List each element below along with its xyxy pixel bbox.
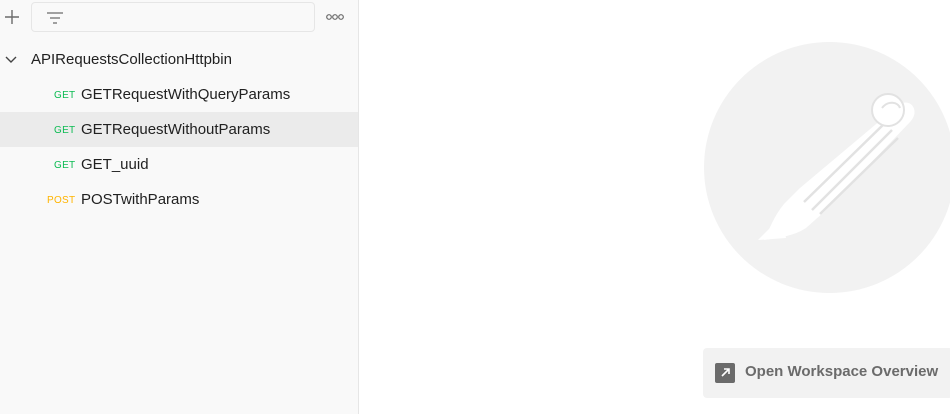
app-window: APIRequestsCollectionHttpbin GET GETRequ… [0, 0, 950, 414]
request-row-selected[interactable]: GET GETRequestWithoutParams [0, 112, 358, 147]
filter-input[interactable] [72, 6, 308, 28]
add-collection-button[interactable] [1, 6, 23, 28]
chevron-down-icon[interactable] [5, 54, 17, 66]
collection-tree: APIRequestsCollectionHttpbin GET GETRequ… [0, 42, 358, 217]
sidebar: APIRequestsCollectionHttpbin GET GETRequ… [0, 0, 359, 414]
main-panel: Open Workspace Overview [360, 0, 950, 414]
request-name: GETRequestWithoutParams [81, 121, 271, 138]
method-badge: POST [47, 195, 76, 206]
request-row[interactable]: GET GETRequestWithQueryParams [0, 77, 358, 112]
more-options-icon [326, 14, 344, 20]
sidebar-toolbar [0, 0, 358, 34]
request-name: GETRequestWithQueryParams [81, 86, 291, 103]
request-name: GET_uuid [81, 156, 149, 173]
collection-row[interactable]: APIRequestsCollectionHttpbin [0, 42, 358, 77]
postman-logo [704, 42, 950, 293]
open-workspace-overview-button[interactable]: Open Workspace Overview [703, 348, 950, 398]
request-row[interactable]: GET GET_uuid [0, 147, 358, 182]
filter-icon[interactable] [46, 9, 64, 27]
more-options-button[interactable] [323, 8, 347, 26]
method-badge: GET [54, 90, 76, 101]
method-badge: GET [54, 160, 76, 171]
open-workspace-overview-label: Open Workspace Overview [745, 363, 939, 380]
request-name: POSTwithParams [81, 191, 200, 208]
method-badge: GET [54, 125, 76, 136]
plus-icon [5, 10, 19, 24]
collection-name: APIRequestsCollectionHttpbin [31, 51, 232, 68]
external-link-icon [715, 363, 735, 383]
filter-field[interactable] [31, 2, 315, 32]
request-row[interactable]: POST POSTwithParams [0, 182, 358, 217]
